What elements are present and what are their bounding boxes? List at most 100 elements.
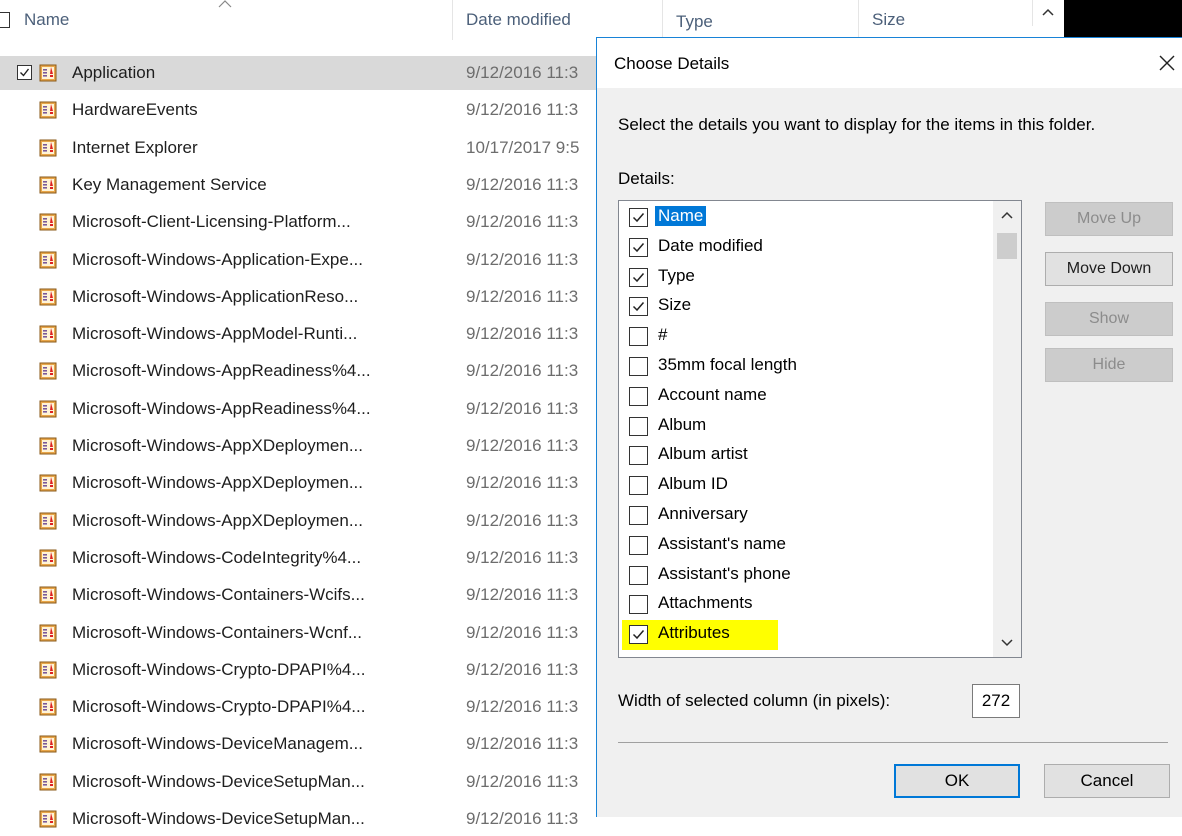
event-log-icon (39, 213, 57, 231)
file-row[interactable]: Microsoft-Windows-AppModel-Runti... 9/12/… (0, 317, 600, 351)
scroll-thumb[interactable] (997, 233, 1017, 259)
column-header-name[interactable]: Name (24, 10, 69, 30)
file-name: Microsoft-Windows-DeviceSetupMan... (72, 771, 365, 791)
file-name: Microsoft-Windows-DeviceSetupMan... (72, 809, 365, 828)
file-date: 9/12/2016 11:3 (466, 249, 579, 269)
cancel-button[interactable]: Cancel (1044, 764, 1170, 798)
details-item-label: Date modified (658, 235, 763, 255)
details-item[interactable]: # (619, 322, 999, 352)
file-row[interactable]: Microsoft-Windows-DeviceManagem... 9/12/2… (0, 727, 600, 761)
file-row[interactable]: HardwareEvents 9/12/2016 11:3 (0, 93, 600, 127)
details-item[interactable]: Name (619, 203, 999, 233)
file-row[interactable]: Key Management Service 9/12/2016 11:3 (0, 168, 600, 202)
details-item[interactable]: Attributes (619, 620, 999, 651)
file-date: 9/12/2016 11:3 (466, 473, 579, 493)
details-item[interactable]: Assistant's phone (619, 561, 999, 591)
file-row[interactable]: Microsoft-Client-Licensing-Platform... 9/… (0, 205, 600, 239)
details-item-label: # (658, 325, 668, 345)
details-item[interactable]: Album artist (619, 441, 999, 471)
column-divider[interactable] (662, 0, 663, 40)
details-item-label: Anniversary (658, 504, 748, 523)
close-button[interactable] (1152, 48, 1182, 78)
event-log-icon (39, 64, 57, 82)
details-listbox[interactable]: Attributes Attachments Assistant's phone As… (618, 200, 1022, 658)
details-item-checkbox[interactable] (629, 357, 648, 376)
file-row[interactable]: Microsoft-Windows-DeviceSetupMan... 9/12/… (0, 802, 600, 836)
file-row[interactable]: Microsoft-Windows-AppReadiness%4... 9/12/… (0, 392, 600, 426)
file-row[interactable]: Microsoft-Windows-AppReadiness%4... 9/12/… (0, 354, 600, 388)
column-divider[interactable] (858, 0, 859, 40)
column-header-size[interactable]: Size (872, 10, 905, 30)
details-item[interactable]: Album (619, 412, 999, 442)
details-item[interactable]: Size (619, 292, 999, 322)
details-item-checkbox[interactable] (629, 595, 648, 615)
scroll-down-button[interactable] (993, 629, 1021, 657)
column-width-input[interactable]: 272 (972, 684, 1020, 718)
ok-button[interactable]: OK (894, 764, 1020, 798)
file-row[interactable]: Microsoft-Windows-Containers-Wcifs... 9/1… (0, 578, 600, 612)
file-row[interactable]: Microsoft-Windows-CodeIntegrity%4... 9/12… (0, 541, 600, 575)
details-scrollbar[interactable] (993, 201, 1021, 657)
file-date: 9/12/2016 11:3 (466, 547, 579, 567)
details-item[interactable]: Anniversary (619, 501, 999, 531)
details-item-label: Assistant's name (658, 533, 786, 553)
move-up-button[interactable]: Move Up (1045, 202, 1173, 236)
details-item-checkbox[interactable] (629, 297, 648, 317)
file-date: 9/12/2016 11:3 (466, 361, 579, 381)
file-date: 9/12/2016 11:3 (466, 659, 579, 679)
details-item-checkbox[interactable] (629, 506, 648, 525)
details-item-label: Assistant's phone (658, 563, 791, 583)
details-item-checkbox[interactable] (629, 565, 648, 585)
details-item[interactable]: Account name (619, 382, 999, 412)
column-divider[interactable] (452, 0, 453, 40)
file-row[interactable]: Application 9/12/2016 11:3 (0, 56, 600, 90)
instruction-text: Select the details you want to display f… (618, 115, 1096, 134)
show-button[interactable]: Show (1045, 302, 1173, 336)
chevron-up-icon (1042, 8, 1054, 16)
hide-button[interactable]: Hide (1045, 348, 1173, 382)
file-row[interactable]: Microsoft-Windows-Crypto-DPAPI%4... 9/12/… (0, 653, 600, 687)
file-row[interactable]: Microsoft-Windows-Application-Expe... 9/1… (0, 243, 600, 277)
file-row[interactable]: Microsoft-Windows-AppXDeploymen... 9/12/2… (0, 504, 600, 538)
file-row[interactable]: Microsoft-Windows-AppXDeploymen... 9/12/2… (0, 429, 600, 463)
details-item-checkbox[interactable] (629, 416, 648, 436)
file-date: 9/12/2016 11:3 (466, 585, 579, 605)
file-row[interactable]: Microsoft-Windows-AppXDeploymen... 9/12/2… (0, 466, 600, 500)
file-row[interactable]: Microsoft-Windows-DeviceSetupMan... 9/12/… (0, 765, 600, 799)
select-all-checkbox[interactable] (0, 12, 10, 28)
dialog-titlebar[interactable]: Choose Details (597, 38, 1182, 88)
details-item-checkbox[interactable] (629, 267, 648, 287)
file-name: Microsoft-Windows-AppXDeploymen... (72, 510, 363, 530)
event-log-icon (39, 735, 57, 753)
file-row[interactable]: Microsoft-Windows-Containers-Wcnf... 9/12… (0, 616, 600, 650)
details-item[interactable]: Type (619, 263, 999, 293)
file-name: Microsoft-Windows-AppXDeploymen... (72, 436, 363, 455)
file-name: Microsoft-Windows-AppReadiness%4... (72, 361, 371, 381)
details-item[interactable]: Album ID (619, 471, 999, 501)
details-item-checkbox[interactable] (629, 208, 648, 227)
details-item-checkbox[interactable] (629, 476, 648, 496)
details-item-checkbox[interactable] (629, 535, 648, 555)
column-header-date-modified[interactable]: Date modified (466, 10, 571, 30)
row-checkbox[interactable] (17, 65, 32, 80)
close-icon (1159, 55, 1175, 71)
file-row[interactable]: Microsoft-Windows-ApplicationReso... 9/12… (0, 280, 600, 314)
details-item[interactable]: Date modified (619, 233, 999, 263)
details-item-checkbox[interactable] (629, 625, 648, 645)
details-item[interactable]: 35mm focal length (619, 352, 999, 382)
details-item-checkbox[interactable] (629, 386, 648, 406)
event-log-icon (39, 362, 57, 380)
details-item-checkbox[interactable] (629, 327, 648, 347)
details-item[interactable]: Attachments (619, 590, 999, 620)
details-item-checkbox[interactable] (629, 237, 648, 257)
file-row[interactable]: Internet Explorer 10/17/2017 9:5 (0, 131, 600, 165)
move-down-button[interactable]: Move Down (1045, 252, 1173, 286)
file-date: 9/12/2016 11:3 (466, 697, 579, 717)
file-row[interactable]: Microsoft-Windows-Crypto-DPAPI%4... 9/12/… (0, 690, 600, 724)
details-item-checkbox[interactable] (629, 446, 648, 466)
scroll-up-button[interactable] (1032, 0, 1063, 26)
event-log-icon (39, 773, 57, 791)
details-item[interactable]: Assistant's name (619, 531, 999, 561)
column-header-type[interactable]: Type (676, 12, 713, 32)
scroll-up-button[interactable] (993, 201, 1021, 229)
